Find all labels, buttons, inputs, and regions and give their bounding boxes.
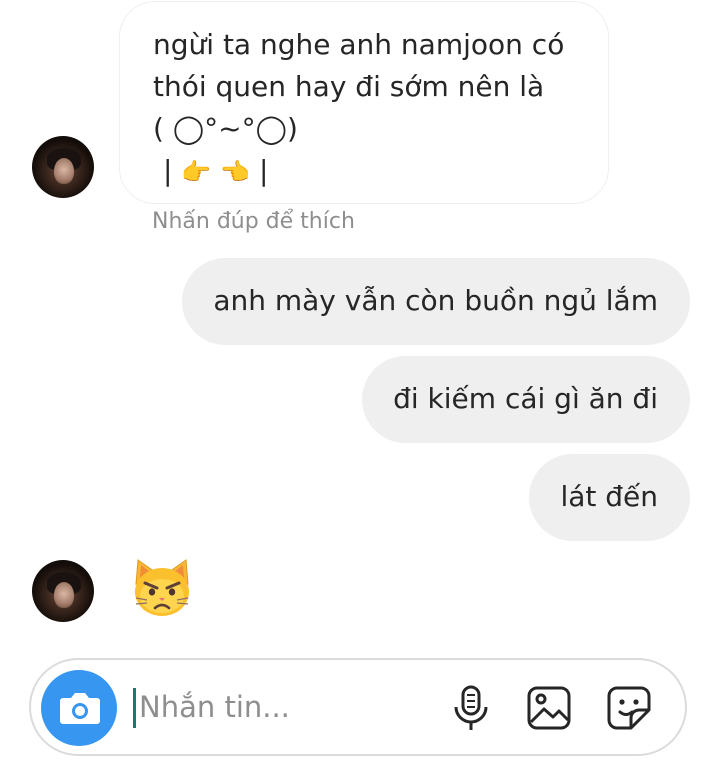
message-composer: Nhắn tin... xyxy=(29,658,687,756)
message-text: anh mày vẫn còn buồn ngủ lắm xyxy=(213,284,658,317)
gallery-icon[interactable] xyxy=(523,682,575,734)
outgoing-message-bubble[interactable]: đi kiếm cái gì ăn đi xyxy=(362,356,690,443)
message-line: ( ◯°~°◯) xyxy=(153,112,298,145)
avatar-face xyxy=(54,158,74,184)
pointing-right-icon: 👉 xyxy=(181,158,212,186)
avatar[interactable] xyxy=(32,136,94,198)
message-line-pointers: | 👉 👈 | xyxy=(153,150,608,193)
text-caret xyxy=(133,688,136,728)
message-input[interactable]: Nhắn tin... xyxy=(139,690,290,724)
avatar[interactable] xyxy=(32,560,94,622)
outgoing-message-bubble[interactable]: anh mày vẫn còn buồn ngủ lắm xyxy=(182,258,690,345)
camera-button[interactable] xyxy=(41,670,117,746)
bar-left: | xyxy=(163,154,173,187)
sticker-icon[interactable] xyxy=(603,682,655,734)
avatar-face xyxy=(54,582,74,608)
message-line: ngừi ta nghe anh namjoon có xyxy=(153,28,565,61)
double-tap-to-like-hint: Nhấn đúp để thích xyxy=(152,209,355,234)
message-text: đi kiếm cái gì ăn đi xyxy=(393,382,658,415)
camera-icon xyxy=(60,693,100,724)
outgoing-message-bubble[interactable]: lát đến xyxy=(529,454,690,541)
pointing-left-icon: 👈 xyxy=(220,158,251,186)
bar-right: | xyxy=(258,154,269,187)
microphone-icon[interactable] xyxy=(445,682,497,734)
message-text: lát đến xyxy=(560,480,658,513)
incoming-message-bubble[interactable]: ngừi ta nghe anh namjoon có thói quen ha… xyxy=(119,1,609,204)
pouting-cat-icon[interactable] xyxy=(128,554,196,622)
message-line: thói quen hay đi sớm nên là xyxy=(153,70,545,103)
